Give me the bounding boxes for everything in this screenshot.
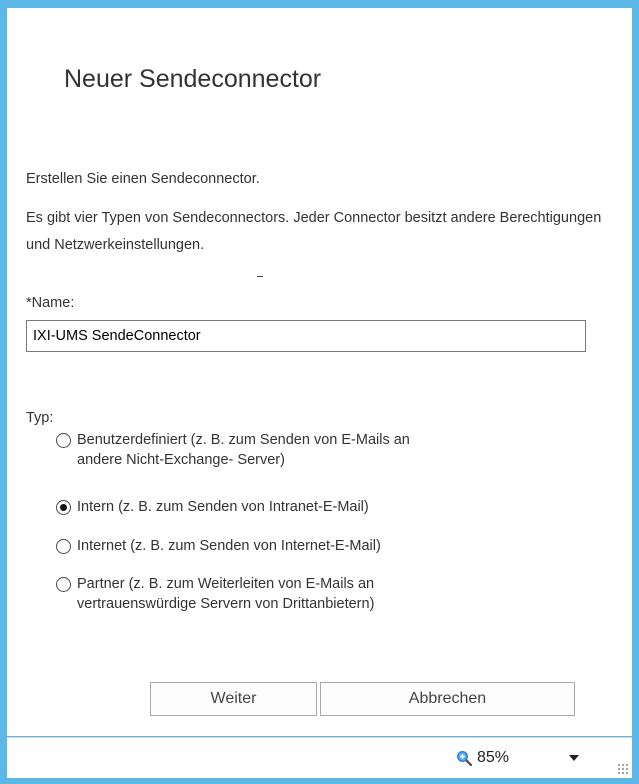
description-text: Es gibt vier Typen von Sendeconnectors. … <box>26 210 602 253</box>
chevron-down-icon[interactable] <box>569 755 579 761</box>
option-label-line: vertrauenswürdige Servern von Drittanbie… <box>77 596 375 612</box>
radio-partner[interactable] <box>56 577 71 592</box>
status-bar: 85% <box>7 737 632 778</box>
option-partner-label[interactable]: Partner (z. B. zum Weiterleiten von E-Ma… <box>77 574 374 614</box>
dialog-title: Neuer Sendeconnector <box>64 65 322 93</box>
radio-internet[interactable] <box>56 539 71 554</box>
radio-benutzerdefiniert[interactable] <box>56 433 71 448</box>
option-label-line: Intern (z. B. zum Senden von Intranet-E-… <box>77 499 369 515</box>
option-label-line: Benutzerdefiniert (z. B. zum Senden von … <box>77 432 410 448</box>
divider <box>257 276 263 277</box>
zoom-level: 85% <box>477 749 510 766</box>
option-intern-label[interactable]: Intern (z. B. zum Senden von Intranet-E-… <box>77 497 369 517</box>
zoom-in-icon[interactable] <box>456 750 472 766</box>
option-internet-label[interactable]: Internet (z. B. zum Senden von Internet-… <box>77 536 381 556</box>
option-benutzerdefiniert-label[interactable]: Benutzerdefiniert (z. B. zum Senden von … <box>77 430 410 470</box>
new-send-connector-dialog: Neuer Sendeconnector Erstellen Sie einen… <box>7 8 632 736</box>
option-label-line: Internet (z. B. zum Senden von Internet-… <box>77 538 381 554</box>
name-label: *Name: <box>26 295 75 311</box>
option-label-line: Partner (z. B. zum Weiterleiten von E-Ma… <box>77 576 375 592</box>
next-button[interactable]: Weiter <box>150 682 317 716</box>
type-label: Typ: <box>26 410 54 426</box>
option-label-line: andere Nicht-Exchange- Server) <box>77 452 285 468</box>
radio-intern[interactable] <box>56 500 71 515</box>
cancel-button[interactable]: Abbrechen <box>320 682 575 716</box>
resize-grip-icon[interactable] <box>617 763 628 774</box>
intro-text: Erstellen Sie einen Sendeconnector. <box>26 171 260 187</box>
name-input[interactable] <box>26 320 586 352</box>
